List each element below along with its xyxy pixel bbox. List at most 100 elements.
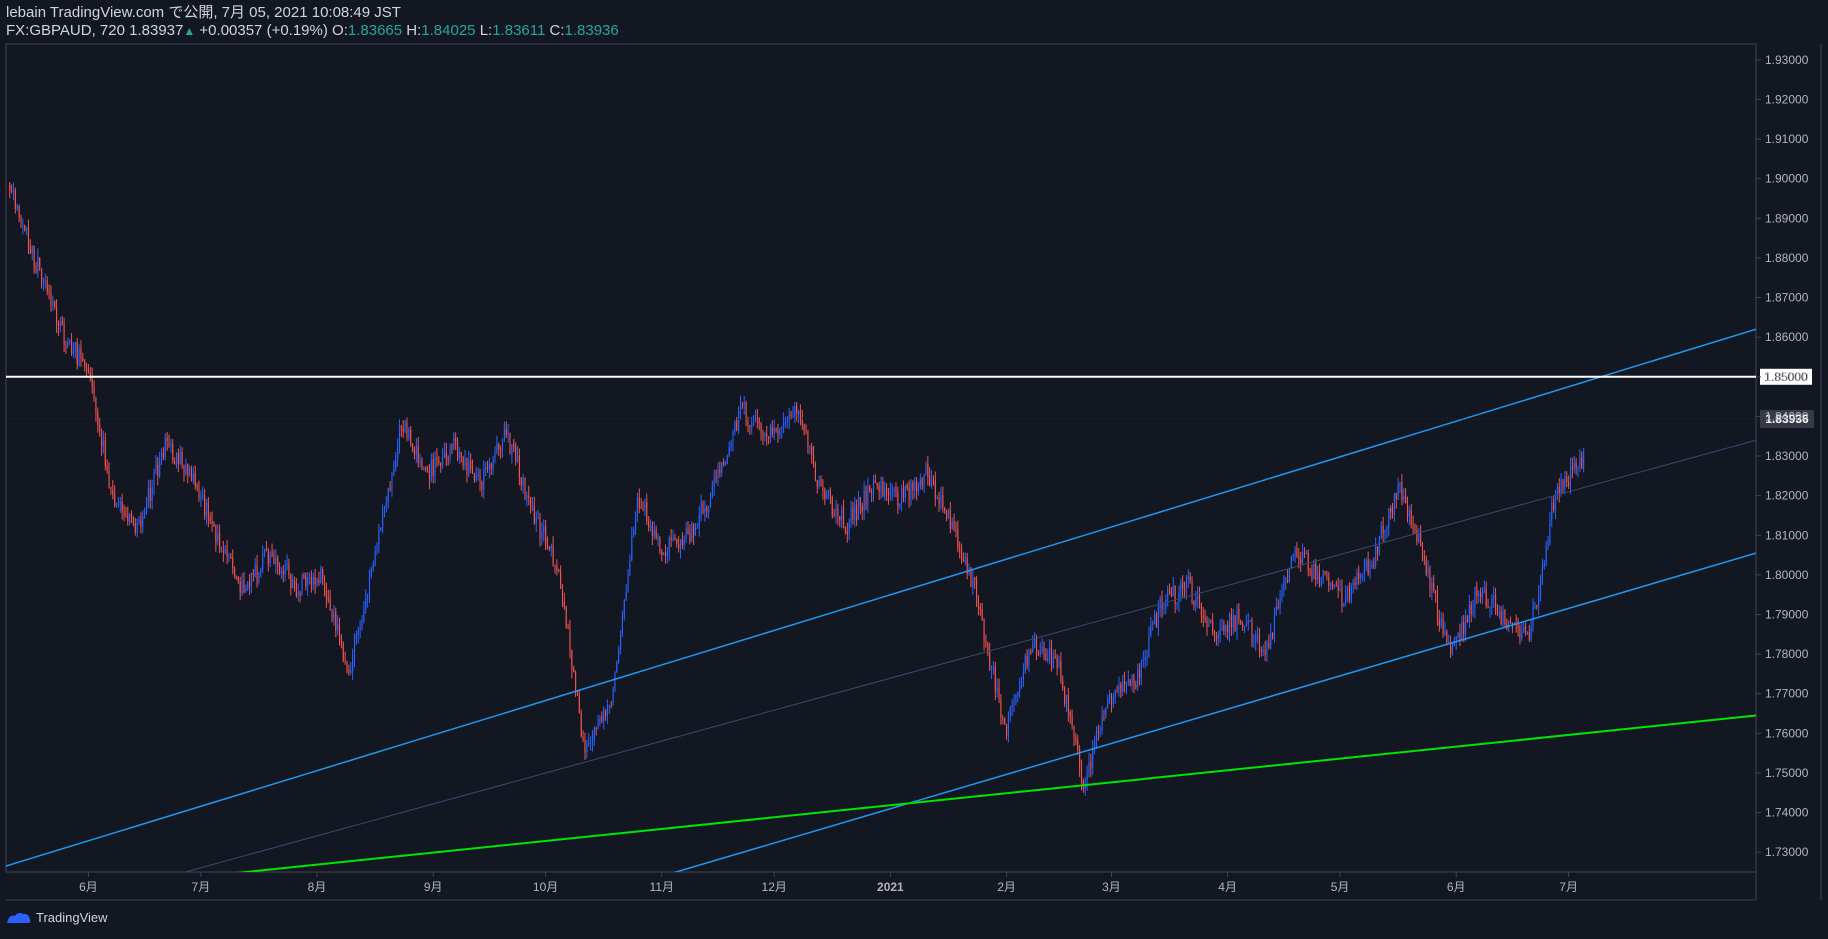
candle-body bbox=[1358, 573, 1360, 579]
candle-body bbox=[872, 480, 875, 494]
candle-body bbox=[16, 205, 18, 210]
symbol-label[interactable]: FX:GBPAUD bbox=[6, 22, 92, 39]
candle-body bbox=[1354, 582, 1356, 585]
candle-body bbox=[972, 577, 974, 587]
candle-body bbox=[1062, 680, 1064, 689]
price-chart[interactable]: 1.85000 1.83936 1.93000 1.92000 1.91000 1.90… bbox=[0, 0, 1828, 939]
candle-body bbox=[696, 527, 698, 529]
candle-body bbox=[1532, 607, 1534, 628]
candle-body bbox=[679, 539, 682, 549]
candle-body bbox=[192, 472, 194, 482]
candle-body bbox=[874, 480, 876, 484]
candle-body bbox=[1401, 482, 1403, 500]
open-value: 1.83665 bbox=[347, 22, 403, 39]
tradingview-logo[interactable]: TradingView bbox=[6, 910, 108, 925]
candle-body bbox=[31, 246, 33, 254]
candle-body bbox=[1380, 525, 1382, 538]
candle-body bbox=[1054, 656, 1056, 658]
candle-body bbox=[1011, 705, 1013, 708]
candle-body bbox=[1200, 604, 1202, 616]
candle-body bbox=[488, 463, 490, 470]
candle-body bbox=[857, 497, 860, 521]
candle-body bbox=[1451, 646, 1454, 655]
candle-body bbox=[1007, 715, 1009, 736]
candle-body bbox=[578, 694, 580, 713]
candle-body bbox=[1187, 576, 1189, 580]
candle-body bbox=[1073, 725, 1075, 739]
candle-body bbox=[1483, 588, 1485, 594]
candle-body bbox=[428, 472, 431, 480]
candle-body bbox=[1457, 632, 1459, 636]
candle-body bbox=[919, 478, 921, 488]
candle-body bbox=[700, 502, 702, 516]
candle-body bbox=[996, 687, 998, 692]
candle-body bbox=[175, 453, 178, 464]
candle-body bbox=[1067, 694, 1069, 713]
candle-body bbox=[1273, 613, 1276, 640]
candle-body bbox=[833, 515, 835, 517]
candle-body bbox=[717, 470, 719, 478]
candle-body bbox=[112, 489, 114, 495]
candle-body bbox=[387, 487, 389, 503]
candle-body bbox=[449, 448, 451, 459]
candle-body bbox=[104, 439, 106, 467]
candle-body bbox=[1257, 633, 1259, 636]
candle-body bbox=[1440, 618, 1442, 627]
candle-body bbox=[67, 341, 69, 347]
price-tick-label: 1.74000 bbox=[1765, 806, 1809, 820]
candle-body bbox=[280, 570, 282, 573]
candle-body bbox=[1376, 546, 1379, 554]
candle-body bbox=[262, 553, 264, 570]
candle-body bbox=[1346, 586, 1349, 594]
candle-body bbox=[516, 455, 519, 462]
price-tick-label: 1.83000 bbox=[1765, 449, 1809, 463]
candle-body bbox=[531, 506, 534, 510]
candle-body bbox=[1348, 586, 1350, 601]
candle-body bbox=[545, 526, 547, 546]
candle-body bbox=[1198, 595, 1201, 605]
candle-body bbox=[1386, 526, 1388, 530]
high-label: H: bbox=[406, 22, 422, 39]
candle-body bbox=[26, 227, 28, 231]
candle-body bbox=[657, 537, 659, 539]
price-tick-label: 1.76000 bbox=[1765, 726, 1809, 740]
candle-body bbox=[809, 446, 811, 448]
candle-body bbox=[359, 627, 361, 630]
candle-body bbox=[1519, 628, 1521, 639]
candle-body bbox=[818, 480, 820, 488]
candle-body bbox=[1013, 701, 1015, 706]
candle-body bbox=[1114, 690, 1116, 698]
candle-body bbox=[777, 430, 779, 435]
candle-body bbox=[1157, 607, 1159, 628]
candle-body bbox=[1558, 487, 1560, 494]
candle-body bbox=[1395, 493, 1397, 500]
candle-body bbox=[1167, 588, 1169, 600]
candle-body bbox=[1352, 582, 1354, 586]
candle-body bbox=[1095, 731, 1098, 741]
candle-body bbox=[1583, 449, 1585, 469]
candle-body bbox=[850, 507, 852, 523]
candle-body bbox=[797, 410, 800, 415]
candle-body bbox=[1485, 588, 1487, 606]
candle-body bbox=[442, 456, 444, 467]
candle-body bbox=[597, 723, 599, 729]
candle-body bbox=[676, 538, 678, 545]
candle-body bbox=[1511, 622, 1513, 624]
candle-body bbox=[1322, 571, 1324, 578]
candle-body bbox=[766, 434, 768, 437]
candle-body bbox=[350, 671, 352, 674]
candle-body bbox=[649, 525, 652, 529]
candle-body bbox=[631, 535, 633, 561]
candle-body bbox=[496, 444, 498, 452]
candle-body bbox=[1438, 618, 1440, 627]
candle-body bbox=[378, 531, 380, 545]
candle-body bbox=[54, 301, 56, 307]
candle-body bbox=[1000, 699, 1002, 719]
candle-body bbox=[1124, 680, 1126, 685]
candle-body bbox=[998, 687, 1000, 700]
candle-body bbox=[788, 414, 790, 421]
candle-body bbox=[385, 502, 387, 510]
candle-body bbox=[552, 545, 554, 565]
candle-body bbox=[1009, 707, 1011, 716]
candle-body bbox=[24, 224, 26, 231]
